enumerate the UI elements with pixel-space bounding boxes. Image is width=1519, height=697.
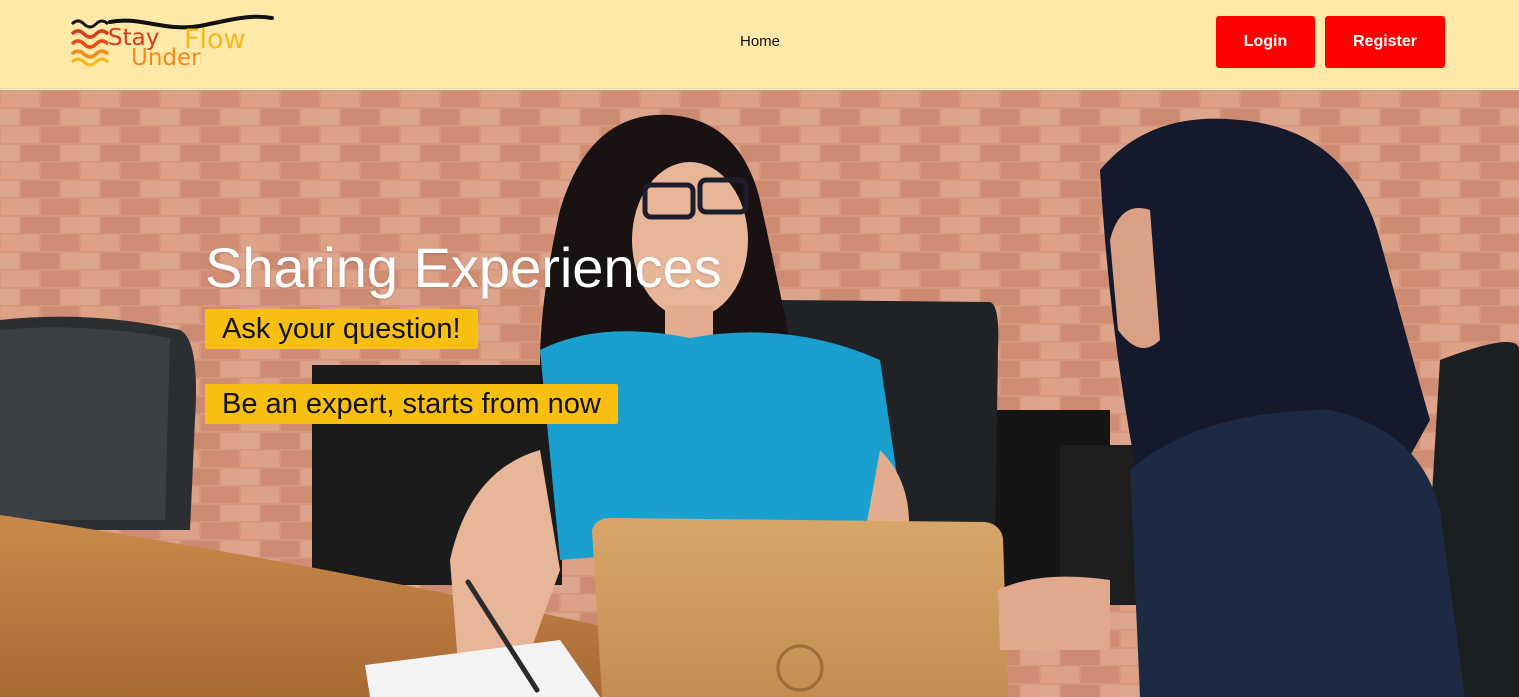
hero-tagline-expert: Be an expert, starts from now: [205, 384, 618, 424]
login-button[interactable]: Login: [1216, 16, 1315, 68]
site-header: Stay Flow Under Home Login Register: [0, 0, 1519, 89]
hero-banner: Sharing Experiences Ask your question! B…: [0, 90, 1519, 697]
hero-tagline-ask: Ask your question!: [205, 309, 478, 349]
hero-title: Sharing Experiences: [205, 236, 722, 299]
register-button[interactable]: Register: [1325, 16, 1445, 68]
nav-home-link[interactable]: Home: [740, 33, 780, 51]
logo-word-under: Under: [131, 45, 201, 71]
site-logo[interactable]: Stay Flow Under: [70, 14, 274, 72]
